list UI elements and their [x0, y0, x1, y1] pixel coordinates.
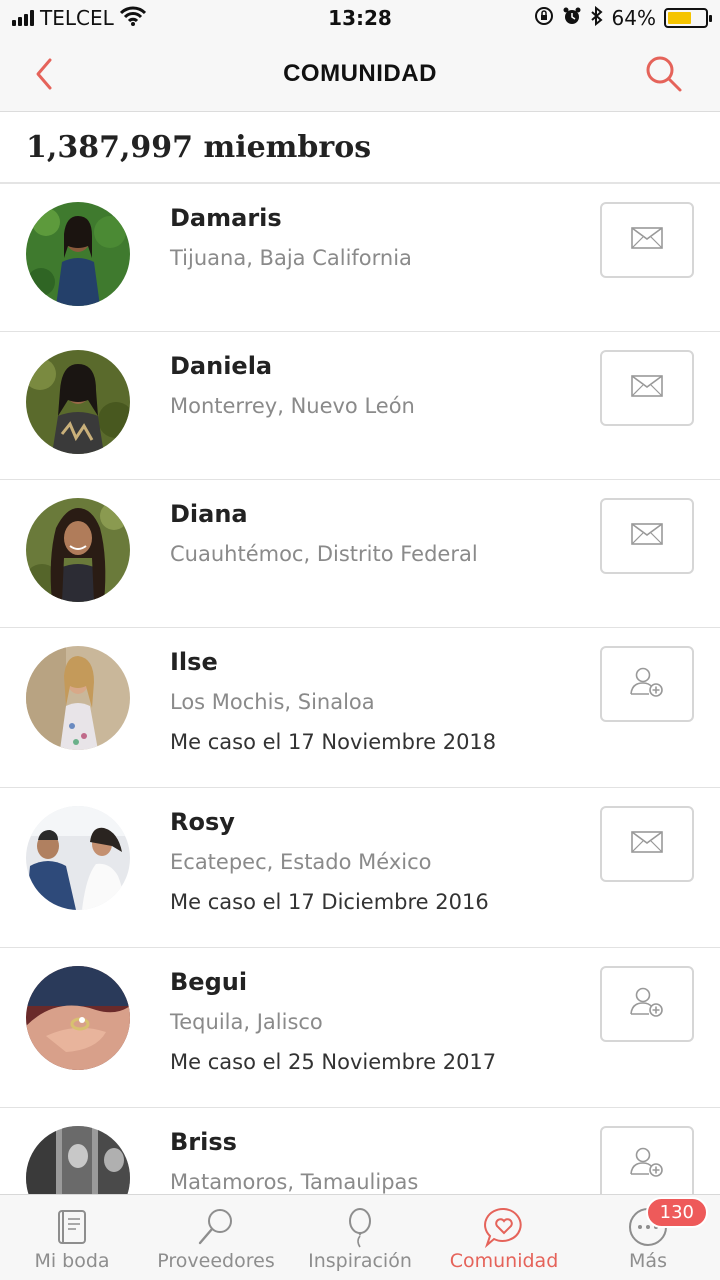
carrier-label: TELCEL	[40, 6, 114, 30]
member-row[interactable]: Briss Matamoros, Tamaulipas	[0, 1108, 720, 1194]
rotation-lock-icon	[534, 6, 554, 31]
avatar[interactable]	[26, 498, 130, 602]
chevron-left-icon[interactable]	[28, 56, 64, 92]
tab-comunidad[interactable]: Comunidad	[432, 1195, 576, 1280]
notebook-icon	[50, 1205, 94, 1249]
avatar[interactable]	[26, 350, 130, 454]
balloon-icon	[338, 1205, 382, 1249]
mail-icon	[631, 227, 663, 253]
tab-label: Más	[629, 1250, 667, 1272]
add-friend-icon	[629, 666, 665, 702]
wedding-date: Me caso el 17 Diciembre 2016	[170, 890, 489, 914]
battery-icon	[664, 8, 712, 28]
wedding-date: Me caso el 25 Noviembre 2017	[170, 1050, 497, 1074]
status-bar: TELCEL 13:28 64%	[0, 0, 720, 36]
member-name: Briss	[170, 1128, 237, 1156]
member-row[interactable]: Diana Cuauhtémoc, Distrito Federal	[0, 480, 720, 628]
member-count-header: 1,387,997 miembros	[0, 112, 720, 184]
bluetooth-icon	[590, 5, 604, 31]
member-name: Daniela	[170, 352, 273, 380]
member-name: Ilse	[170, 648, 218, 676]
tab-label: Mi boda	[34, 1250, 110, 1272]
avatar[interactable]	[26, 646, 130, 750]
nav-bar: COMUNIDAD	[0, 36, 720, 112]
member-name: Begui	[170, 968, 248, 996]
tab-label: Inspiración	[308, 1250, 412, 1272]
add-friend-button[interactable]	[600, 646, 694, 722]
tab-inspiracion[interactable]: Inspiración	[288, 1195, 432, 1280]
status-left: TELCEL	[12, 6, 146, 31]
add-friend-button[interactable]	[600, 966, 694, 1042]
page-title: COMUNIDAD	[283, 59, 437, 87]
add-friend-icon	[629, 1146, 665, 1182]
member-location: Los Mochis, Sinaloa	[170, 690, 375, 714]
tab-proveedores[interactable]: Proveedores	[144, 1195, 288, 1280]
status-right: 64%	[534, 5, 712, 31]
mail-icon	[631, 375, 663, 401]
tab-label: Proveedores	[157, 1250, 275, 1272]
add-friend-button[interactable]	[600, 1126, 694, 1194]
wifi-icon	[119, 6, 146, 31]
member-row[interactable]: Ilse Los Mochis, Sinaloa Me caso el 17 N…	[0, 628, 720, 788]
member-name: Rosy	[170, 808, 235, 836]
member-location: Tequila, Jalisco	[170, 1010, 323, 1034]
member-location: Ecatepec, Estado México	[170, 850, 432, 874]
tab-label: Comunidad	[449, 1250, 559, 1272]
search-icon[interactable]	[644, 54, 684, 94]
battery-level	[668, 12, 692, 24]
wedding-date: Me caso el 17 Noviembre 2018	[170, 730, 497, 754]
notification-badge: 130	[645, 1197, 708, 1228]
member-row[interactable]: Daniela Monterrey, Nuevo León	[0, 332, 720, 480]
member-name: Damaris	[170, 204, 282, 232]
message-button[interactable]	[600, 350, 694, 426]
member-row[interactable]: Rosy Ecatepec, Estado México Me caso el …	[0, 788, 720, 948]
tab-bar: Mi boda Proveedores Inspiración Comunida…	[0, 1194, 720, 1280]
heart-chat-icon	[482, 1205, 526, 1249]
avatar[interactable]	[26, 1126, 130, 1194]
avatar[interactable]	[26, 806, 130, 910]
message-button[interactable]	[600, 498, 694, 574]
tab-mas[interactable]: 130 Más	[576, 1195, 720, 1280]
member-list: Damaris Tijuana, Baja California Daniela…	[0, 184, 720, 1194]
mail-icon	[631, 831, 663, 857]
battery-percent: 64%	[611, 6, 656, 30]
member-location: Cuauhtémoc, Distrito Federal	[170, 542, 478, 566]
add-friend-icon	[629, 986, 665, 1022]
member-row[interactable]: Begui Tequila, Jalisco Me caso el 25 Nov…	[0, 948, 720, 1108]
member-name: Diana	[170, 500, 248, 528]
signal-icon	[12, 10, 34, 26]
member-location: Matamoros, Tamaulipas	[170, 1170, 419, 1194]
member-count: 1,387,997 miembros	[26, 129, 372, 165]
member-row[interactable]: Damaris Tijuana, Baja California	[0, 184, 720, 332]
member-location: Monterrey, Nuevo León	[170, 394, 415, 418]
mail-icon	[631, 523, 663, 549]
search-icon	[194, 1205, 238, 1249]
avatar[interactable]	[26, 202, 130, 306]
message-button[interactable]	[600, 202, 694, 278]
tab-mi-boda[interactable]: Mi boda	[0, 1195, 144, 1280]
member-location: Tijuana, Baja California	[170, 246, 412, 270]
message-button[interactable]	[600, 806, 694, 882]
avatar[interactable]	[26, 966, 130, 1070]
alarm-icon	[562, 6, 582, 31]
